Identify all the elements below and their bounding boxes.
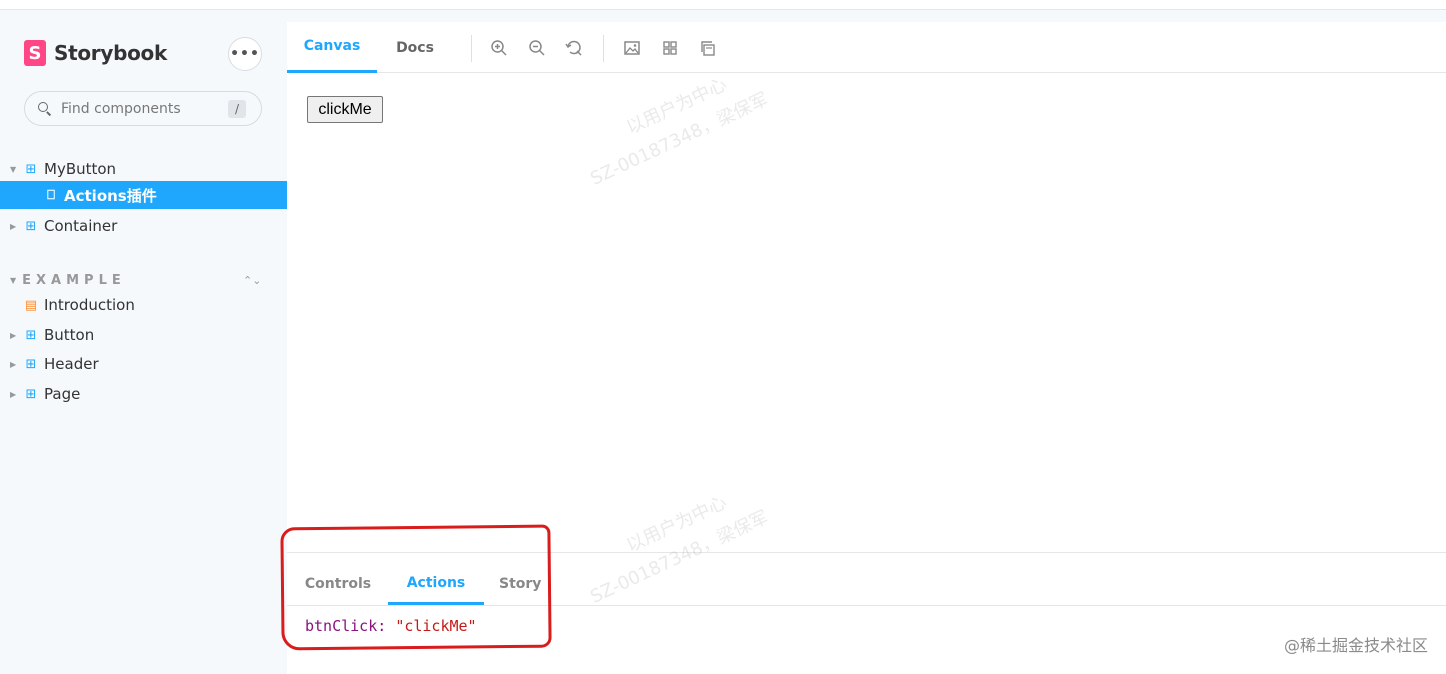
tree-item-header[interactable]: ▶ ⊞ Header [0,350,287,378]
tree-item-label: Introduction [44,296,135,314]
chevron-right-icon: ▶ [10,221,17,231]
zoom-out-icon[interactable] [526,37,548,59]
zoom-reset-icon[interactable] [563,37,585,59]
expand-collapse-icon[interactable]: ⌃⌄ [243,274,261,287]
storybook-logo-icon: S [24,40,46,66]
zoom-in-icon[interactable] [488,37,510,59]
toolbar: Canvas Docs [287,22,1446,73]
story-canvas: clickMe [287,74,1446,552]
tree-item-page[interactable]: ▶ ⊞ Page [0,380,287,408]
document-icon: ▤ [24,297,38,313]
tab-canvas[interactable]: Canvas [287,22,377,73]
tree-item-label: Button [44,326,95,344]
component-icon: ⊞ [25,386,37,402]
section-title-example[interactable]: ▼ EXAMPLE [10,273,126,288]
red-highlight-annotation [280,524,552,651]
component-icon: ⊞ [25,161,37,177]
tab-docs[interactable]: Docs [382,22,448,73]
section-title-label: EXAMPLE [22,273,126,288]
tree-item-label: Page [44,385,81,403]
outline-icon[interactable] [697,37,719,59]
window-top-border [0,0,1446,10]
bookmark-icon: ⎕ [47,187,55,203]
component-icon: ⊞ [25,218,37,234]
tree-item-container[interactable]: ▶ ⊞ Container [0,212,287,240]
tree-item-label: Actions插件 [64,186,157,205]
tree-item-label: Container [44,217,118,235]
chevron-down-icon: ▼ [10,164,17,174]
brand[interactable]: S Storybook [24,40,167,66]
image-icon[interactable] [621,37,643,59]
chevron-right-icon: ▶ [10,389,17,399]
chevron-down-icon: ▼ [10,276,17,285]
tree-item-label: MyButton [44,160,117,178]
component-icon: ⊞ [25,327,37,343]
brand-name: Storybook [54,41,168,65]
chevron-right-icon: ▶ [10,359,17,369]
tree-item-actions-story[interactable]: ▼ ⎕ Actions插件 [0,181,287,209]
grid-icon[interactable] [659,37,681,59]
tree-item-introduction[interactable]: ▶ ▤ Introduction [0,291,287,319]
sidebar: S Storybook ••• / ▼ ⊞ MyButton ▼ ⎕ Actio… [0,11,287,674]
clickme-button[interactable]: clickMe [307,96,383,123]
search-icon [37,101,53,117]
tree-item-button[interactable]: ▶ ⊞ Button [0,321,287,349]
toolbar-divider [603,35,604,62]
tree-item-label: Header [44,355,99,373]
component-icon: ⊞ [25,356,37,372]
chevron-right-icon: ▶ [10,330,17,340]
tree-item-mybutton[interactable]: ▼ ⊞ MyButton [0,155,287,183]
footer-watermark: @稀土掘金技术社区 [1283,636,1428,655]
search-box[interactable]: / [24,91,262,126]
more-menu-button[interactable]: ••• [228,37,262,71]
search-shortcut-key: / [228,100,246,118]
toolbar-divider [471,35,472,62]
search-input[interactable] [61,100,221,117]
